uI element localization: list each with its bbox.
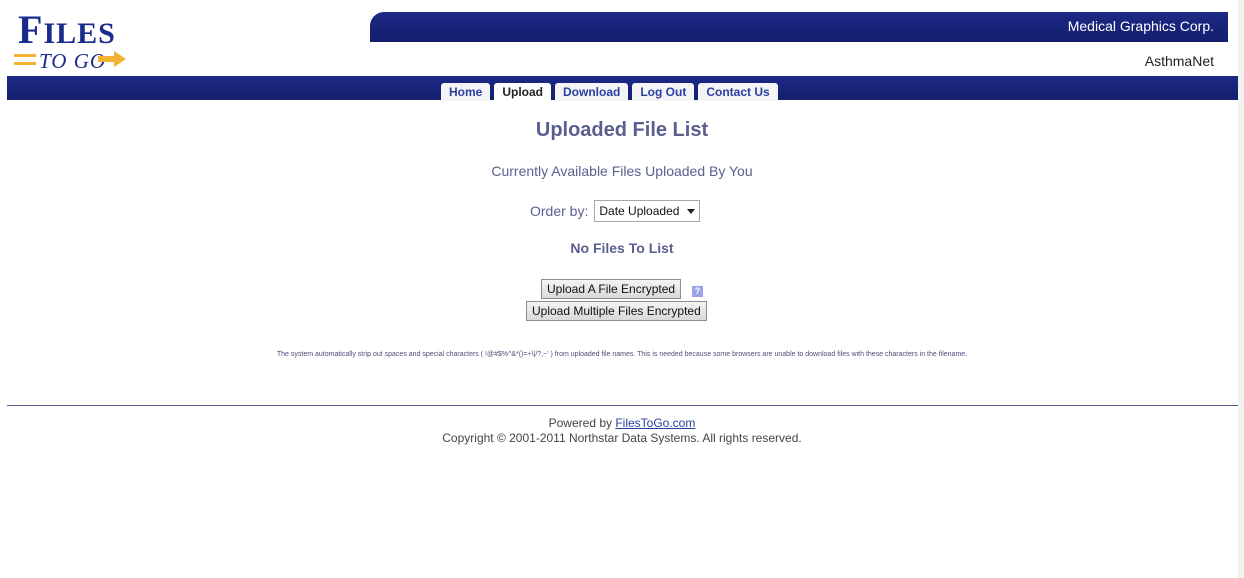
arrow-right-icon (114, 51, 126, 67)
tab-upload[interactable]: Upload (494, 83, 552, 101)
logo-word-rest: ILES (43, 17, 116, 50)
order-by-control: Order by: Date Uploaded (530, 200, 701, 222)
help-icon[interactable]: ? (692, 286, 703, 297)
logo-subtext: TO GO (39, 49, 107, 73)
company-name: Medical Graphics Corp. (1067, 18, 1214, 34)
logo-line-top (14, 54, 36, 57)
page-title: Uploaded File List (535, 119, 709, 141)
logo-initial: F (18, 7, 44, 52)
powered-by: Powered by FilesToGo.com (0, 416, 1244, 430)
powered-by-prefix: Powered by (548, 416, 616, 430)
logo-line-bottom (14, 62, 36, 65)
tab-contact-us[interactable]: Contact Us (698, 83, 778, 101)
tab-download[interactable]: Download (555, 83, 629, 101)
filestogo-link[interactable]: FilesToGo.com (615, 416, 695, 430)
account-name: AsthmaNet (1144, 53, 1214, 69)
upload-file-encrypted-button[interactable]: Upload A File Encrypted (541, 279, 682, 299)
header-bar: Medical Graphics Corp. (370, 12, 1228, 42)
upload-multiple-files-encrypted-button[interactable]: Upload Multiple Files Encrypted (526, 301, 707, 321)
order-by-value: Date Uploaded (599, 204, 680, 218)
scrollbar-track[interactable] (1238, 0, 1244, 578)
files-to-go-logo: FILES TO GO (14, 8, 144, 74)
tab-home[interactable]: Home (441, 83, 491, 101)
copyright-text: Copyright © 2001-2011 Northstar Data Sys… (442, 431, 802, 445)
logo-wordmark: FILES (18, 10, 116, 50)
footer-divider (7, 405, 1238, 406)
page-subtitle: Currently Available Files Uploaded By Yo… (491, 163, 753, 179)
filename-notice: The system automatically strip out space… (276, 351, 968, 358)
tab-log-out[interactable]: Log Out (632, 83, 695, 101)
nav-tabs: Home Upload Download Log Out Contact Us (441, 83, 778, 101)
order-by-select[interactable]: Date Uploaded (594, 200, 701, 222)
order-by-label: Order by: (530, 203, 589, 219)
empty-list-message: No Files To List (570, 240, 674, 256)
logo-subline: TO GO (14, 48, 144, 74)
chevron-down-icon (687, 208, 696, 214)
